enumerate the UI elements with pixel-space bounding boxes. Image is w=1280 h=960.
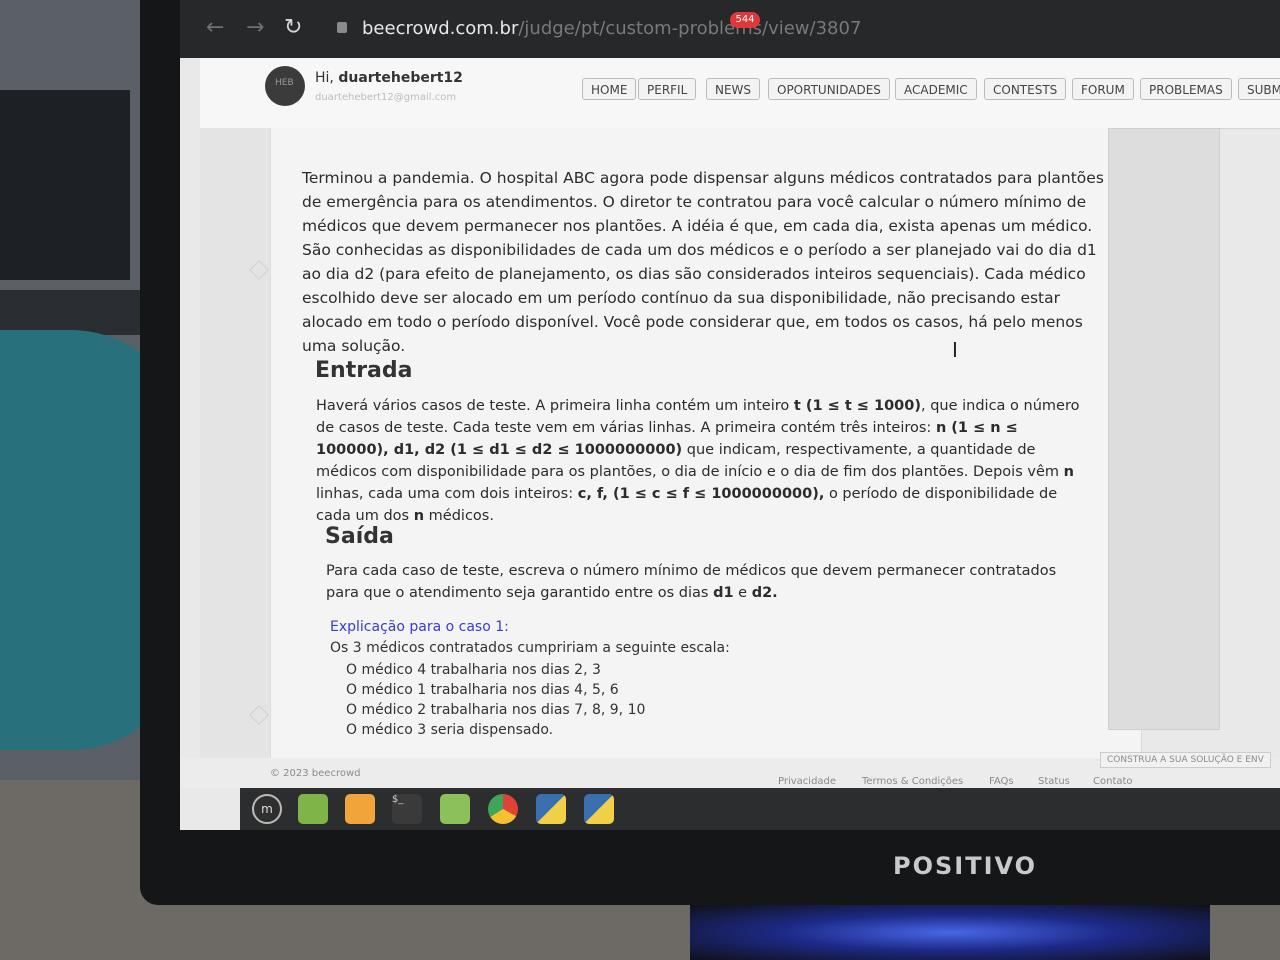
avatar-icon: HEB [275,78,294,88]
nav-forum[interactable]: FORUM [1072,78,1134,100]
entrada-text: Haverá vários casos de teste. A primeira… [316,395,1091,527]
url-path: /judge/pt/custom-problems/view/3807 [518,18,862,39]
files-icon[interactable] [440,794,470,824]
terminal-icon[interactable]: $_ [392,794,422,824]
site-footer: © 2023 beecrowd Privacidade Termos & Con… [180,752,1280,788]
taskbar: m $_ [240,788,1280,830]
python-icon[interactable] [584,794,614,824]
desk-light [690,905,1210,960]
nav-perfil[interactable]: PERFIL [638,78,697,100]
explicacao-intro: Os 3 médicos contratados cumpririam a se… [330,640,730,656]
text-cursor-icon: I [952,338,958,362]
news-badge: 544 [730,12,760,28]
left-gutter [200,128,270,758]
greeting-prefix: Hi, [315,70,334,86]
diamond-ornament [249,260,269,280]
monitor-brand: POSITIVO [893,852,1038,880]
list-item: O médico 1 trabalharia nos dias 4, 5, 6 [346,682,619,698]
entrada-bold-4: c, f, (1 ≤ c ≤ f ≤ 1000000000), [577,486,825,502]
footer-link-privacidade[interactable]: Privacidade [778,776,836,787]
copyright: © 2023 beecrowd [270,768,361,779]
nav-subm[interactable]: SUBM [1238,78,1280,100]
editor-panel[interactable] [1108,128,1220,730]
user-email: duartehebert12@gmail.com [315,92,457,103]
list-item: O médico 2 trabalharia nos dias 7, 8, 9,… [346,702,646,718]
footer-link-faqs[interactable]: FAQs [989,776,1014,787]
explicacao-list: O médico 4 trabalharia nos dias 2, 3 O m… [346,660,645,740]
entrada-bold-1: t (1 ≤ t ≤ 1000) [793,398,921,414]
saida-text-1: Para cada caso de teste, escreva o númer… [326,563,1057,601]
entrada-heading: Entrada [315,358,413,383]
forward-icon[interactable]: → [246,16,264,40]
screen: ← → ↻ beecrowd.com.br/judge/pt/custom-pr… [180,0,1280,830]
diamond-ornament [249,705,269,725]
browser-toolbar: ← → ↻ beecrowd.com.br/judge/pt/custom-pr… [180,0,1280,58]
url-host: beecrowd.com.br [362,18,519,39]
firefox-icon[interactable] [345,794,375,824]
show-desktop-icon[interactable] [298,794,328,824]
list-item: O médico 4 trabalharia nos dias 2, 3 [346,662,601,678]
explicacao-title: Explicação para o caso 1: [330,619,509,635]
chrome-icon[interactable] [488,794,518,824]
address-bar[interactable]: beecrowd.com.br/judge/pt/custom-problems… [362,18,861,39]
user-name[interactable]: duartehebert12 [338,70,463,86]
footer-link-termos[interactable]: Termos & Condições [862,776,963,787]
nav-academic[interactable]: ACADEMIC [895,78,977,100]
list-item: O médico 3 seria dispensado. [346,722,554,738]
python-icon[interactable] [536,794,566,824]
entrada-text-6: médicos. [424,508,494,524]
background-keyboard [0,290,150,335]
saida-heading: Saída [325,524,394,549]
entrada-text-1: Haverá vários casos de teste. A primeira… [316,398,794,414]
lock-icon [337,22,347,33]
nav-news[interactable]: NEWS [706,78,761,100]
mint-menu-icon[interactable]: m [252,794,282,824]
back-icon[interactable]: ← [206,16,224,40]
avatar[interactable]: HEB [265,66,305,106]
problem-description: Terminou a pandemia. O hospital ABC agor… [302,169,1104,355]
user-greeting: Hi, duartehebert12 [315,70,463,86]
nav-oportunidades[interactable]: OPORTUNIDADES [768,78,890,100]
nav-home[interactable]: HOME [582,78,637,100]
entrada-bold-3: n [1063,464,1074,480]
footer-link-contato[interactable]: Contato [1093,776,1133,787]
nav-problemas[interactable]: PROBLEMAS [1140,78,1232,100]
entrada-bold-5: n [413,508,425,524]
saida-text: Para cada caso de teste, escreva o númer… [326,560,1066,604]
saida-bold-1: d1 [713,585,734,601]
site-header: HEB Hi, duartehebert12 duartehebert12@gm… [200,58,1280,129]
entrada-text-4: linhas, cada uma com dois inteiros: [316,486,578,502]
footer-link-status[interactable]: Status [1038,776,1070,787]
reload-icon[interactable]: ↻ [284,16,302,40]
saida-text-2: e [733,585,752,601]
build-solution-button[interactable]: CONSTRUA A SUA SOLUÇÃO E ENV [1100,752,1271,768]
background-monitor [0,90,130,280]
saida-bold-2: d2. [751,585,778,601]
nav-contests[interactable]: CONTESTS [984,78,1067,100]
